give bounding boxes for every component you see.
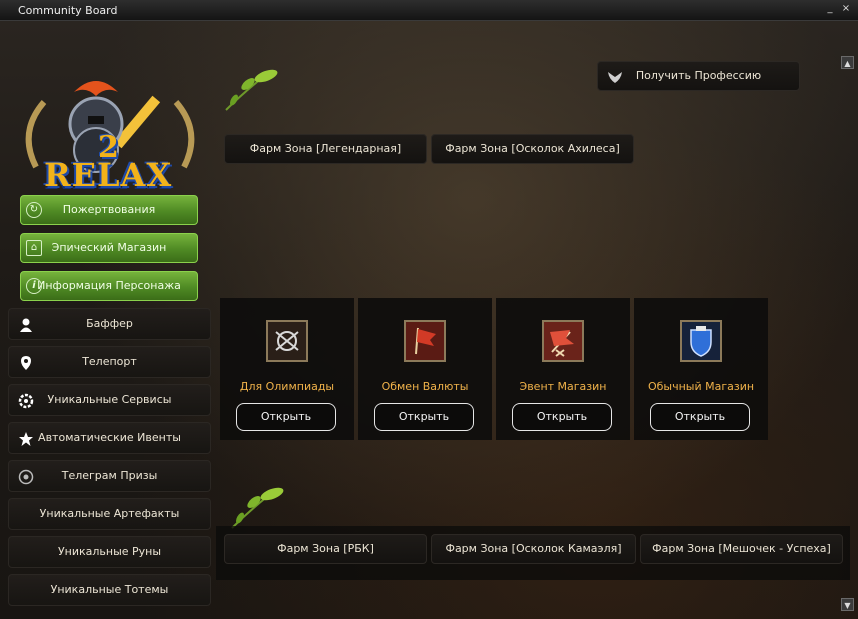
sidebar-item-label: Баффер (86, 317, 133, 330)
title-bar: Community Board _ × (0, 0, 858, 21)
sidebar-item-label: Уникальные Руны (57, 545, 162, 558)
sidebar-item-runes[interactable]: Уникальные Руны (8, 536, 211, 568)
flag-icon (404, 320, 446, 362)
sidebar-item-label: Уникальные Тотемы (50, 583, 169, 596)
farm-zone-kamael-button[interactable]: Фарм Зона [Осколок Камаэля] (431, 534, 636, 564)
farm-zone-achilles-button[interactable]: Фарм Зона [Осколок Ахилеса] (431, 134, 634, 164)
gear-icon (18, 393, 34, 409)
map-pin-icon (21, 356, 31, 370)
epic-shop-button[interactable]: ⌂ Эпический Магазин (20, 233, 198, 263)
open-button[interactable]: Открыть (512, 403, 612, 431)
window-title: Community Board (18, 4, 118, 17)
sidebar-item-teleport[interactable]: Телепорт (8, 346, 211, 378)
farm-zone-success-pouch-button[interactable]: Фарм Зона [Мешочек - Успеха] (640, 534, 843, 564)
shop-card-event-shop: Эвент Магазин Открыть (496, 298, 630, 440)
sidebar-item-label: Уникальные Сервисы (47, 393, 172, 406)
telegram-icon (18, 469, 34, 485)
farm-zone-legendary-button[interactable]: Фарм Зона [Легендарная] (224, 134, 427, 164)
card-label: Эвент Магазин (519, 380, 607, 393)
logo-wordmark: RELAX (44, 156, 173, 194)
open-button[interactable]: Открыть (236, 403, 336, 431)
olympiad-icon (266, 320, 308, 362)
sidebar-item-artifacts[interactable]: Уникальные Артефакты (8, 498, 211, 530)
open-button[interactable]: Открыть (374, 403, 474, 431)
person-icon (20, 318, 32, 332)
leaf-decoration-bottom (231, 487, 284, 529)
card-label: Обмен Валюты (381, 380, 469, 393)
scroll-down-button[interactable]: ▼ (841, 598, 854, 611)
shop-card-regular-shop: Обычный Магазин Открыть (634, 298, 768, 440)
shop-card-olympiad: Для Олимпиады Открыть (220, 298, 354, 440)
wings-icon (608, 72, 622, 83)
sidebar-item-label: Телеграм Призы (61, 469, 158, 482)
get-profession-button[interactable]: Получить Профессию (597, 61, 800, 91)
farm-zone-label: Фарм Зона [Осколок Ахилеса] (445, 142, 620, 155)
minimize-button[interactable]: _ (824, 3, 836, 15)
refresh-icon: ↻ (26, 202, 42, 218)
open-button[interactable]: Открыть (650, 403, 750, 431)
close-button[interactable]: × (840, 3, 852, 15)
farm-zone-label: Фарм Зона [Осколок Камаэля] (445, 542, 622, 555)
sidebar-item-buffer[interactable]: Баффер (8, 308, 211, 340)
farm-zone-label: Фарм Зона [Мешочек - Успеха] (652, 542, 831, 555)
sidebar-item-services[interactable]: Уникальные Сервисы (8, 384, 211, 416)
card-label: Обычный Магазин (647, 380, 755, 393)
star-icon (19, 432, 33, 446)
basket-icon: ⌂ (26, 240, 42, 256)
sidebar-item-label: Автоматические Ивенты (38, 431, 181, 444)
donations-button[interactable]: ↻ Пожертвования (20, 195, 198, 225)
sidebar-item-label: Телепорт (82, 355, 137, 368)
card-label: Для Олимпиады (239, 380, 335, 393)
sidebar-item-events[interactable]: Автоматические Ивенты (8, 422, 211, 454)
farm-zone-label: Фарм Зона [РБК] (277, 542, 374, 555)
get-profession-label: Получить Профессию (635, 69, 762, 82)
epic-shop-label: Эпический Магазин (51, 241, 167, 254)
logo: 2 RELAX (14, 72, 208, 196)
character-info-button[interactable]: i Информация Персонажа (20, 271, 198, 301)
shop-card-currency-exchange: Обмен Валюты Открыть (358, 298, 492, 440)
event-flag-icon (542, 320, 584, 362)
sidebar-item-totems[interactable]: Уникальные Тотемы (8, 574, 211, 606)
shield-icon (680, 320, 722, 362)
farm-zone-label: Фарм Зона [Легендарная] (249, 142, 402, 155)
character-info-label: Информация Персонажа (37, 279, 181, 292)
sidebar-item-telegram[interactable]: Телеграм Призы (8, 460, 211, 492)
sidebar-item-label: Уникальные Артефакты (39, 507, 180, 520)
farm-zone-rbk-button[interactable]: Фарм Зона [РБК] (224, 534, 427, 564)
scroll-up-button[interactable]: ▲ (841, 56, 854, 69)
donations-label: Пожертвования (62, 203, 156, 216)
leaf-decoration-top (225, 69, 278, 111)
info-icon: i (26, 278, 42, 294)
